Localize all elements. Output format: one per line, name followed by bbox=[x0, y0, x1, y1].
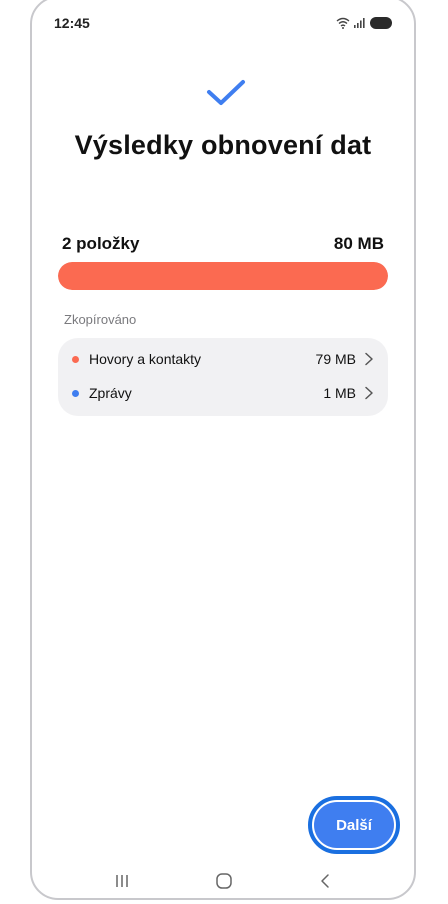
progress-bar bbox=[58, 262, 388, 290]
section-label: Zkopírováno bbox=[64, 312, 137, 327]
checkmark-icon bbox=[207, 80, 245, 105]
status-icons bbox=[336, 17, 392, 29]
page-title: Výsledky obnovení dat bbox=[74, 130, 372, 160]
chevron-right-icon bbox=[365, 386, 373, 400]
back-icon[interactable] bbox=[318, 873, 332, 889]
home-icon[interactable] bbox=[215, 872, 233, 890]
battery-icon bbox=[370, 17, 392, 29]
phone-frame: 12:45 Výsledky obnovení dat 2 položky 80… bbox=[30, 0, 416, 900]
status-dot bbox=[72, 389, 79, 397]
total-size: 80 MB bbox=[333, 234, 384, 253]
chevron-right-icon bbox=[365, 352, 373, 366]
summary-row: 2 položky 80 MB bbox=[62, 234, 384, 254]
list-item-label: Hovory a kontakty bbox=[89, 351, 202, 367]
status-bar: 12:45 bbox=[54, 14, 392, 32]
list-item-label: Zprávy bbox=[89, 385, 132, 401]
signal-icon bbox=[354, 18, 365, 28]
status-time: 12:45 bbox=[54, 15, 90, 31]
list-item-size: 1 MB bbox=[323, 385, 356, 401]
list-item-calls-contacts[interactable]: Hovory a kontakty 79 MB bbox=[58, 342, 388, 376]
item-count: 2 položky bbox=[62, 234, 140, 253]
list-item-size: 79 MB bbox=[315, 351, 356, 367]
copied-items-list: Hovory a kontakty 79 MB Zprávy 1 MB bbox=[58, 338, 388, 416]
status-dot bbox=[72, 355, 79, 363]
navigation-bar bbox=[32, 868, 414, 894]
progress-fill bbox=[58, 262, 388, 290]
next-button[interactable]: Další bbox=[314, 802, 394, 848]
recent-apps-icon[interactable] bbox=[114, 873, 130, 889]
wifi-icon bbox=[336, 17, 350, 29]
list-item-messages[interactable]: Zprávy 1 MB bbox=[58, 376, 388, 410]
